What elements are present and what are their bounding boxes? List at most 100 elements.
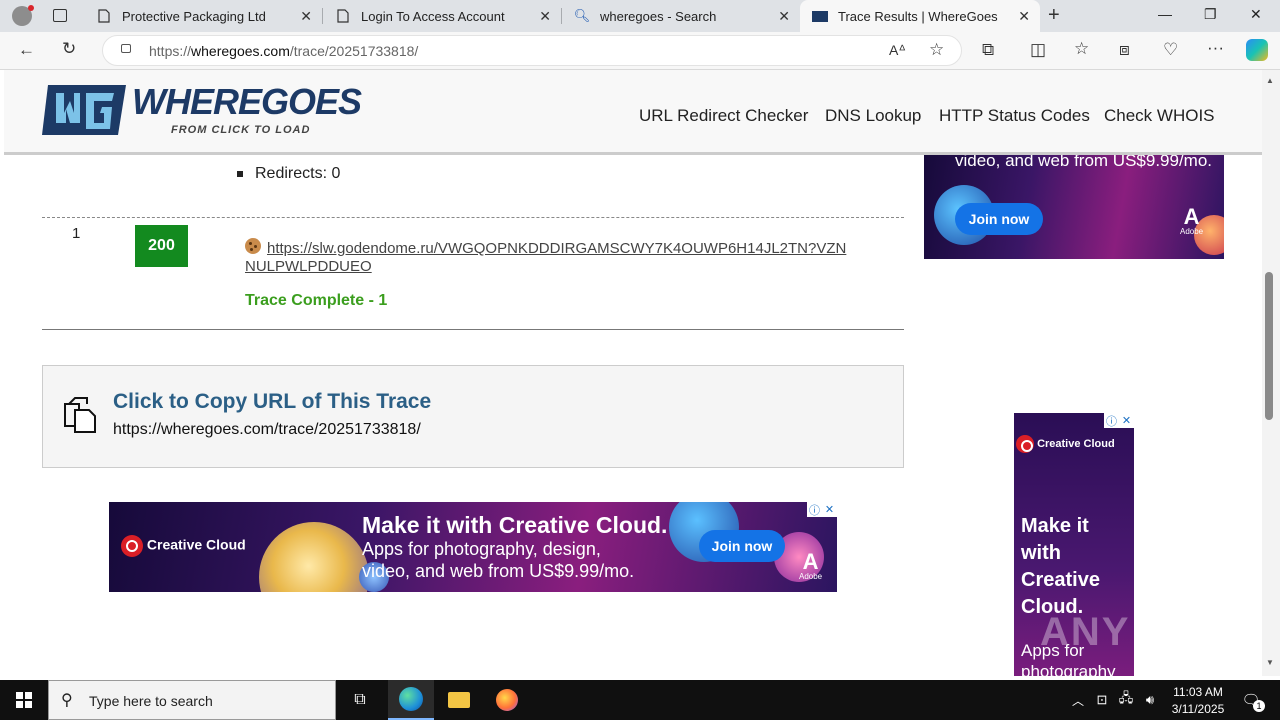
refresh-icon[interactable]: ↻ <box>62 39 76 59</box>
tab-strip: Protective Packaging Ltd ✕ Login To Acce… <box>0 0 1280 32</box>
close-icon[interactable]: ✕ <box>300 8 312 25</box>
ad-close-icon[interactable]: ✕ <box>1119 413 1134 428</box>
redirects-count: Redirects: 0 <box>255 165 341 182</box>
copy-trace-url-box[interactable]: Click to Copy URL of This Trace https://… <box>42 365 904 468</box>
restore-icon[interactable]: ❐ <box>1204 6 1217 23</box>
logo-name[interactable]: WHEREGOES <box>132 81 362 123</box>
favorites-icon[interactable]: ☆ <box>1074 39 1089 59</box>
nav-check-whois[interactable]: Check WHOIS <box>1104 106 1215 126</box>
address-bar[interactable]: https://wheregoes.com/trace/20251733818/… <box>102 35 962 66</box>
ad-line-2: video, and web from US$9.99/mo. <box>362 561 635 581</box>
adobe-logo-icon: A Adobe <box>1180 204 1204 237</box>
close-icon[interactable]: ✕ <box>778 8 790 25</box>
copilot-icon[interactable] <box>1246 39 1268 61</box>
tab-protective-packaging[interactable]: Protective Packaging Ltd ✕ <box>84 0 322 32</box>
wheregoes-logo-icon <box>812 8 828 24</box>
scroll-up-arrow[interactable]: ▲ <box>1266 76 1274 85</box>
close-icon[interactable]: ✕ <box>1018 8 1030 25</box>
nav-http-status-codes[interactable]: HTTP Status Codes <box>939 106 1090 126</box>
ad-close-icon[interactable]: ✕ <box>822 502 837 517</box>
scrollbar-thumb[interactable] <box>1265 272 1273 420</box>
clock-date: 3/11/2025 <box>1171 702 1225 716</box>
tab-actions-icon[interactable] <box>53 9 67 22</box>
site-header: WHEREGOES FROM CLICK TO LOAD URL Redirec… <box>4 70 1262 155</box>
copy-trace-title[interactable]: Click to Copy URL of This Trace <box>113 390 431 414</box>
lock-icon[interactable] <box>121 44 131 53</box>
step-number: 1 <box>72 225 81 242</box>
logo-tagline: FROM CLICK TO LOAD <box>171 124 311 136</box>
windows-start-icon[interactable] <box>0 680 48 720</box>
trace-complete-text: Trace Complete - 1 <box>245 292 388 309</box>
creative-cloud-logo: Creative Cloud <box>121 535 246 557</box>
more-menu-icon[interactable]: ··· <box>1207 38 1224 58</box>
extensions-icon[interactable]: ⧉ <box>982 40 994 60</box>
clock-time: 11:03 AM <box>1173 685 1223 699</box>
url-text[interactable]: https://wheregoes.com/trace/20251733818/ <box>149 43 418 59</box>
ad-top-right[interactable]: video, and web from US$9.99/mo. Join now… <box>924 155 1224 259</box>
search-icon: ⚲ <box>61 692 73 709</box>
tab-title: Protective Packaging Ltd <box>122 8 266 24</box>
adobe-logo-icon: A Adobe <box>799 549 823 582</box>
file-explorer-icon[interactable] <box>436 680 482 720</box>
close-icon[interactable]: ✕ <box>539 8 551 25</box>
bullet-icon <box>237 171 243 177</box>
notification-dot <box>28 5 34 11</box>
ad-headline: Make it with Creative Cloud. <box>1021 515 1100 618</box>
copy-trace-url[interactable]: https://wheregoes.com/trace/20251733818/ <box>113 421 421 439</box>
ad-line-2: photography <box>1021 662 1116 676</box>
collections-icon[interactable]: ⧈ <box>1119 40 1130 60</box>
favorite-star-icon[interactable]: ☆ <box>929 40 944 60</box>
tab-search[interactable]: 🔍︎ wheregoes - Search ✕ <box>562 0 800 32</box>
new-tab-button[interactable]: + <box>1048 4 1060 27</box>
ad-banner[interactable]: Creative Cloud Make it with Creative Clo… <box>109 502 837 592</box>
taskbar-clock[interactable]: 11:03 AM 3/11/2025 <box>1158 684 1238 718</box>
nav-dns-lookup[interactable]: DNS Lookup <box>825 106 921 126</box>
copy-icon[interactable] <box>61 396 99 434</box>
firefox-icon[interactable] <box>484 680 530 720</box>
taskbar-search[interactable]: ⚲ Type here to search <box>48 680 336 720</box>
volume-icon[interactable]: 🔊︎ <box>1140 680 1160 720</box>
edge-taskbar-icon[interactable] <box>388 680 434 720</box>
page-icon <box>96 8 112 24</box>
network-icon[interactable]: 🖧︎ <box>1116 680 1136 720</box>
hidden-icons-chevron[interactable]: ︿ <box>1068 680 1088 720</box>
task-view-icon[interactable]: ⧉ <box>340 680 380 720</box>
ad-text: video, and web from US$9.99/mo. <box>955 155 1213 170</box>
tab-title: wheregoes - Search <box>600 8 717 24</box>
creative-cloud-icon <box>121 535 143 557</box>
ad-join-button[interactable]: Join now <box>699 530 785 562</box>
divider <box>42 329 904 330</box>
split-screen-icon[interactable]: ◫ <box>1030 40 1046 60</box>
page-icon <box>335 8 351 24</box>
device-icon[interactable]: ⊡ <box>1092 680 1112 720</box>
page-viewport: WHEREGOES FROM CLICK TO LOAD URL Redirec… <box>4 70 1262 676</box>
ad-join-button[interactable]: Join now <box>955 203 1043 235</box>
taskbar-search-placeholder[interactable]: Type here to search <box>89 693 213 709</box>
creative-cloud-logo: Creative Cloud <box>1016 435 1115 453</box>
notification-count: 1 <box>1253 700 1265 712</box>
taskbar: ⚲ Type here to search ⧉ ︿ ⊡ 🖧︎ 🔊︎ 11:03 … <box>0 680 1280 720</box>
anyrun-watermark: ANY RUN <box>1040 610 1236 654</box>
scrollbar[interactable]: ▲ ▼ <box>1262 70 1280 676</box>
trace-url-link[interactable]: https://slw.godendome.ru/VWGQOPNKDDDIRGA… <box>245 240 855 276</box>
scroll-down-arrow[interactable]: ▼ <box>1266 658 1274 667</box>
read-aloud-icon[interactable]: Aᐞ <box>889 42 906 59</box>
tab-login[interactable]: Login To Access Account ✕ <box>323 0 561 32</box>
back-icon[interactable]: ← <box>18 40 35 60</box>
ad-line-1: Apps for photography, design, <box>362 539 601 559</box>
performance-icon[interactable]: ♡ <box>1163 40 1178 60</box>
close-window-icon[interactable]: ✕ <box>1250 6 1262 23</box>
status-badge[interactable]: 200 <box>135 225 188 267</box>
divider <box>42 217 904 218</box>
nav-url-redirect-checker[interactable]: URL Redirect Checker <box>639 106 808 126</box>
creative-cloud-icon <box>1016 435 1034 453</box>
wheregoes-logo-icon[interactable] <box>42 83 126 137</box>
ad-info-icon[interactable]: ⓘ <box>807 502 822 517</box>
tab-title: Login To Access Account <box>361 8 505 24</box>
search-icon: 🔍︎ <box>573 8 591 23</box>
ad-info-icon[interactable]: ⓘ <box>1104 413 1119 428</box>
tab-title: Trace Results | WhereGoes <box>838 8 998 24</box>
minimize-icon[interactable]: — <box>1158 6 1172 22</box>
address-bar-row: ← ↻ https://wheregoes.com/trace/20251733… <box>0 32 1280 70</box>
tab-trace-results[interactable]: Trace Results | WhereGoes ✕ <box>800 0 1040 32</box>
